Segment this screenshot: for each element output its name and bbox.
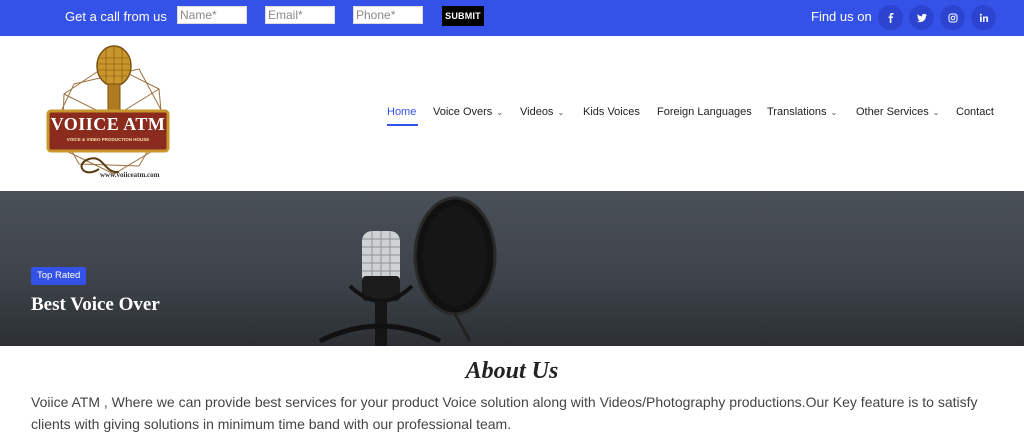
submit-button[interactable]: SUBMIT <box>442 6 484 26</box>
about-text: Voiice ATM , Where we can provide best s… <box>31 394 978 432</box>
twitter-icon[interactable] <box>909 5 934 30</box>
chevron-down-icon: ⌄ <box>830 108 838 117</box>
active-nav-underline <box>387 124 418 126</box>
studio-microphone-icon <box>318 196 497 346</box>
logo-subtitle: VOICE & VIDEO PRODUCTION HOUSE <box>66 137 150 142</box>
linkedin-icon[interactable] <box>971 5 996 30</box>
chevron-down-icon: ⌄ <box>932 108 940 117</box>
nav-item-label: Videos <box>520 106 554 118</box>
top-rated-badge[interactable]: Top Rated <box>31 267 87 285</box>
logo-url: www.voiiceatm.com <box>100 171 160 179</box>
nav-item-label: Kids Voices <box>583 106 640 118</box>
about-heading: About Us <box>465 358 559 384</box>
nav-item-label: Voice Overs <box>433 106 493 118</box>
instagram-glyph <box>948 13 957 22</box>
email-field[interactable] <box>265 6 335 24</box>
instagram-icon[interactable] <box>940 5 965 30</box>
hero-title[interactable]: Best Voice Over <box>31 294 160 316</box>
nav-item-voice-overs[interactable]: Voice Overs ⌄ <box>433 106 503 118</box>
chevron-down-icon: ⌄ <box>557 108 565 117</box>
nav-item-label: Contact <box>956 106 994 118</box>
nav-item-translations[interactable]: Translations ⌄ <box>767 106 837 118</box>
nav-item-kids-voices[interactable]: Kids Voices <box>583 106 640 118</box>
nav-item-label: Other Services <box>856 106 929 118</box>
nav-item-videos[interactable]: Videos ⌄ <box>520 106 564 118</box>
main-nav: Home Voice Overs ⌄ Videos ⌄ Kids Voices Fo… <box>0 106 1024 126</box>
call-label: Get a call from us <box>65 9 167 24</box>
nav-item-contact[interactable]: Contact <box>956 106 994 118</box>
top-bar: Get a call from us SUBMIT Find us on <box>0 0 1024 36</box>
phone-field[interactable] <box>353 6 423 24</box>
hero-banner[interactable]: Top Rated Best Voice Over <box>0 191 1024 346</box>
site-header: VOIICE ATM VOICE & VIDEO PRODUCTION HOUS… <box>0 36 1024 191</box>
facebook-glyph <box>888 12 893 23</box>
find-us-label: Find us on <box>811 9 872 24</box>
nav-item-foreign-languages[interactable]: Foreign Languages <box>657 106 752 118</box>
chevron-down-icon: ⌄ <box>496 108 504 117</box>
nav-item-label: Home <box>387 106 417 118</box>
twitter-glyph <box>916 13 927 22</box>
nav-item-home[interactable]: Home <box>387 106 416 118</box>
nav-item-label: Translations <box>767 106 827 118</box>
facebook-icon[interactable] <box>878 5 903 30</box>
nav-item-label: Foreign Languages <box>657 106 752 118</box>
name-field[interactable] <box>177 6 247 24</box>
nav-item-other-services[interactable]: Other Services ⌄ <box>856 106 939 118</box>
linkedin-glyph <box>979 13 988 22</box>
